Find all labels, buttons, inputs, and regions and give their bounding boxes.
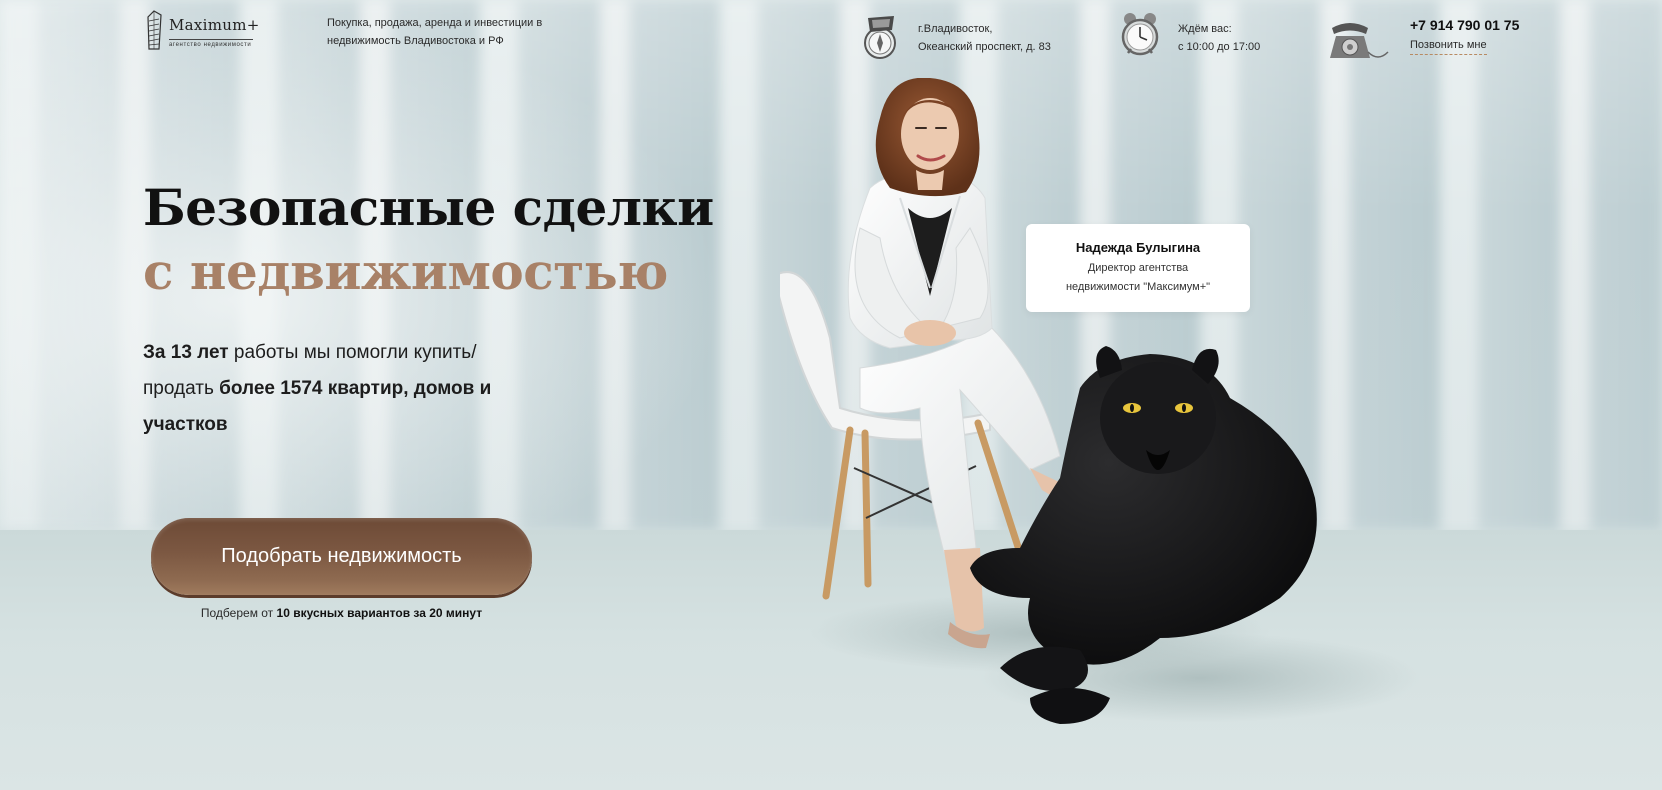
headline-line2: с недвижимостью xyxy=(143,242,668,301)
director-role-line1: Директор агентства xyxy=(1087,262,1189,274)
logo-subtitle: агентство недвижимости xyxy=(169,39,253,48)
hours-line1: Ждём вас: xyxy=(1178,23,1232,35)
director-name: Надежда Булыгина xyxy=(1075,240,1201,255)
phone-number[interactable]: +7 914 790 01 75 xyxy=(1410,17,1519,33)
address: г.Владивосток, Океанский проспект, д. 83 xyxy=(918,20,1051,56)
logo[interactable]: Maximum+ агентство недвижимости xyxy=(143,9,259,53)
director-role-line2: недвижимости "Максимум+" xyxy=(1065,281,1211,293)
cta-note-bold: 10 вкусных вариантов за 20 минут xyxy=(276,606,483,620)
cta-note: Подберем от 10 вкусных вариантов за 20 м… xyxy=(151,606,532,620)
callback-link[interactable]: Позвонить мне xyxy=(1410,39,1487,55)
alarm-clock-icon xyxy=(1121,13,1159,56)
lead-years: За 13 лет xyxy=(143,342,229,363)
logo-name: Maximum+ xyxy=(169,16,260,34)
address-line1: г.Владивосток, xyxy=(918,23,993,35)
director-with-panther-photo xyxy=(780,78,1420,724)
working-hours: Ждём вас: с 10:00 до 17:00 xyxy=(1178,20,1260,56)
hours-line2: с 10:00 до 17:00 xyxy=(1178,41,1261,53)
director-card: Надежда Булыгина Директор агентства недв… xyxy=(1026,224,1250,312)
logo-tower-icon xyxy=(147,10,162,50)
cta-note-prefix: Подберем от xyxy=(200,606,277,620)
headline-line1: Безопасные сделки xyxy=(143,178,714,237)
header-tagline: Покупка, продажа, аренда и инвестиции в … xyxy=(327,17,543,47)
hero-lead: За 13 лет работы мы помогли купить/прода… xyxy=(143,335,523,443)
retro-telephone-icon xyxy=(1330,23,1389,58)
pick-property-button[interactable]: Подобрать недвижимость xyxy=(151,518,532,595)
compass-icon xyxy=(864,16,896,59)
director-role: Директор агентства недвижимости "Максиму… xyxy=(1026,259,1250,297)
address-line2: Океанский проспект, д. 83 xyxy=(918,41,1051,53)
